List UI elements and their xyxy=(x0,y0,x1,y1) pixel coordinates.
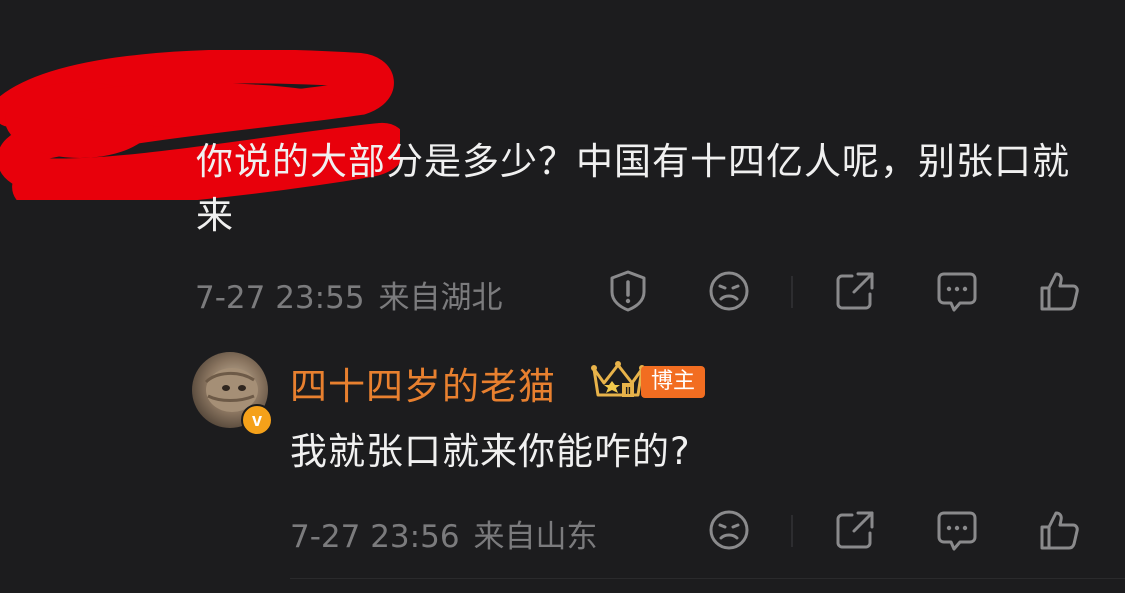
reply-location: 来自山东 xyxy=(473,519,598,555)
reply-meta: 7-27 23:56 来自山东 xyxy=(290,511,598,556)
divider-line xyxy=(290,578,1125,579)
svg-text:II: II xyxy=(625,386,631,397)
blogger-badge: 博主 xyxy=(641,366,706,398)
reply-action-divider xyxy=(791,515,793,547)
comment-text: 你说的大部分是多少？中国有十四亿人呢，别张口就来 xyxy=(196,140,1070,237)
dislike-icon[interactable] xyxy=(706,268,752,314)
reply-like-icon[interactable] xyxy=(1036,507,1082,553)
username[interactable]: 四十四岁的老猫 xyxy=(290,356,556,410)
like-icon[interactable] xyxy=(1036,268,1082,314)
reply-text: 我就张口就来你能咋的? xyxy=(290,430,691,473)
crown-icon: II xyxy=(591,361,645,397)
reply-time: 7-27 23:56 xyxy=(290,519,460,555)
reply-share-icon[interactable] xyxy=(832,507,878,553)
comment-time: 7-27 23:55 xyxy=(195,280,365,316)
comment-meta: 7-27 23:55 来自湖北 xyxy=(195,272,503,317)
reply-dislike-icon[interactable] xyxy=(706,507,752,553)
report-icon[interactable] xyxy=(605,268,651,314)
reply-reply-icon[interactable] xyxy=(934,507,980,553)
action-divider xyxy=(791,276,793,308)
comment-location: 来自湖北 xyxy=(378,280,503,316)
reply-icon[interactable] xyxy=(934,268,980,314)
verified-badge: v xyxy=(241,404,273,436)
share-icon[interactable] xyxy=(832,268,878,314)
